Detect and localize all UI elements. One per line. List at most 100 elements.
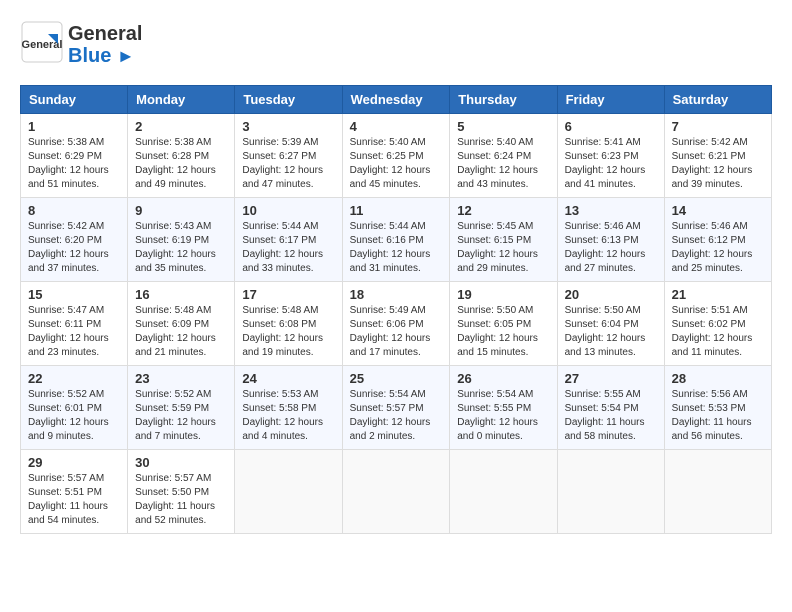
- logo-icon: General: [20, 20, 64, 69]
- logo-text: General Blue ►: [68, 23, 142, 67]
- day-number: 8: [28, 203, 120, 218]
- day-number: 20: [565, 287, 657, 302]
- calendar-cell: 15 Sunrise: 5:47 AM Sunset: 6:11 PM Dayl…: [21, 282, 128, 366]
- cell-content: Sunrise: 5:57 AM Sunset: 5:51 PM Dayligh…: [28, 472, 120, 528]
- day-number: 25: [350, 371, 443, 386]
- cell-content: Sunrise: 5:39 AM Sunset: 6:27 PM Dayligh…: [242, 136, 334, 192]
- calendar-cell: [342, 450, 450, 534]
- cell-content: Sunrise: 5:54 AM Sunset: 5:57 PM Dayligh…: [350, 388, 443, 444]
- day-number: 1: [28, 119, 120, 134]
- cell-content: Sunrise: 5:44 AM Sunset: 6:16 PM Dayligh…: [350, 220, 443, 276]
- weekday-header-friday: Friday: [557, 86, 664, 114]
- cell-content: Sunrise: 5:48 AM Sunset: 6:09 PM Dayligh…: [135, 304, 227, 360]
- day-number: 6: [565, 119, 657, 134]
- calendar-cell: 29 Sunrise: 5:57 AM Sunset: 5:51 PM Dayl…: [21, 450, 128, 534]
- day-number: 9: [135, 203, 227, 218]
- day-number: 7: [672, 119, 764, 134]
- calendar-cell: [664, 450, 771, 534]
- calendar-cell: 5 Sunrise: 5:40 AM Sunset: 6:24 PM Dayli…: [450, 114, 557, 198]
- calendar-cell: [557, 450, 664, 534]
- cell-content: Sunrise: 5:40 AM Sunset: 6:25 PM Dayligh…: [350, 136, 443, 192]
- day-number: 13: [565, 203, 657, 218]
- weekday-header-row: SundayMondayTuesdayWednesdayThursdayFrid…: [21, 86, 772, 114]
- calendar-cell: 26 Sunrise: 5:54 AM Sunset: 5:55 PM Dayl…: [450, 366, 557, 450]
- calendar-cell: 22 Sunrise: 5:52 AM Sunset: 6:01 PM Dayl…: [21, 366, 128, 450]
- calendar-table: SundayMondayTuesdayWednesdayThursdayFrid…: [20, 85, 772, 534]
- day-number: 27: [565, 371, 657, 386]
- day-number: 22: [28, 371, 120, 386]
- calendar-cell: 18 Sunrise: 5:49 AM Sunset: 6:06 PM Dayl…: [342, 282, 450, 366]
- calendar-cell: 24 Sunrise: 5:53 AM Sunset: 5:58 PM Dayl…: [235, 366, 342, 450]
- day-number: 23: [135, 371, 227, 386]
- calendar-cell: 10 Sunrise: 5:44 AM Sunset: 6:17 PM Dayl…: [235, 198, 342, 282]
- day-number: 10: [242, 203, 334, 218]
- calendar-cell: 19 Sunrise: 5:50 AM Sunset: 6:05 PM Dayl…: [450, 282, 557, 366]
- calendar-cell: 30 Sunrise: 5:57 AM Sunset: 5:50 PM Dayl…: [128, 450, 235, 534]
- day-number: 15: [28, 287, 120, 302]
- calendar-cell: 6 Sunrise: 5:41 AM Sunset: 6:23 PM Dayli…: [557, 114, 664, 198]
- calendar-cell: 17 Sunrise: 5:48 AM Sunset: 6:08 PM Dayl…: [235, 282, 342, 366]
- cell-content: Sunrise: 5:40 AM Sunset: 6:24 PM Dayligh…: [457, 136, 549, 192]
- page-header: General General Blue ►: [20, 20, 772, 69]
- calendar-week-3: 15 Sunrise: 5:47 AM Sunset: 6:11 PM Dayl…: [21, 282, 772, 366]
- calendar-cell: 1 Sunrise: 5:38 AM Sunset: 6:29 PM Dayli…: [21, 114, 128, 198]
- day-number: 11: [350, 203, 443, 218]
- cell-content: Sunrise: 5:42 AM Sunset: 6:20 PM Dayligh…: [28, 220, 120, 276]
- cell-content: Sunrise: 5:51 AM Sunset: 6:02 PM Dayligh…: [672, 304, 764, 360]
- calendar-cell: 14 Sunrise: 5:46 AM Sunset: 6:12 PM Dayl…: [664, 198, 771, 282]
- weekday-header-sunday: Sunday: [21, 86, 128, 114]
- cell-content: Sunrise: 5:52 AM Sunset: 5:59 PM Dayligh…: [135, 388, 227, 444]
- cell-content: Sunrise: 5:50 AM Sunset: 6:04 PM Dayligh…: [565, 304, 657, 360]
- day-number: 14: [672, 203, 764, 218]
- cell-content: Sunrise: 5:49 AM Sunset: 6:06 PM Dayligh…: [350, 304, 443, 360]
- calendar-cell: 21 Sunrise: 5:51 AM Sunset: 6:02 PM Dayl…: [664, 282, 771, 366]
- day-number: 18: [350, 287, 443, 302]
- day-number: 17: [242, 287, 334, 302]
- calendar-cell: 27 Sunrise: 5:55 AM Sunset: 5:54 PM Dayl…: [557, 366, 664, 450]
- cell-content: Sunrise: 5:43 AM Sunset: 6:19 PM Dayligh…: [135, 220, 227, 276]
- calendar-cell: 13 Sunrise: 5:46 AM Sunset: 6:13 PM Dayl…: [557, 198, 664, 282]
- day-number: 2: [135, 119, 227, 134]
- day-number: 29: [28, 455, 120, 470]
- calendar-cell: 4 Sunrise: 5:40 AM Sunset: 6:25 PM Dayli…: [342, 114, 450, 198]
- cell-content: Sunrise: 5:44 AM Sunset: 6:17 PM Dayligh…: [242, 220, 334, 276]
- calendar-cell: 3 Sunrise: 5:39 AM Sunset: 6:27 PM Dayli…: [235, 114, 342, 198]
- day-number: 28: [672, 371, 764, 386]
- weekday-header-thursday: Thursday: [450, 86, 557, 114]
- weekday-header-tuesday: Tuesday: [235, 86, 342, 114]
- day-number: 16: [135, 287, 227, 302]
- logo: General General Blue ►: [20, 20, 142, 69]
- calendar-cell: 23 Sunrise: 5:52 AM Sunset: 5:59 PM Dayl…: [128, 366, 235, 450]
- weekday-header-saturday: Saturday: [664, 86, 771, 114]
- calendar-cell: 8 Sunrise: 5:42 AM Sunset: 6:20 PM Dayli…: [21, 198, 128, 282]
- cell-content: Sunrise: 5:53 AM Sunset: 5:58 PM Dayligh…: [242, 388, 334, 444]
- calendar-cell: 28 Sunrise: 5:56 AM Sunset: 5:53 PM Dayl…: [664, 366, 771, 450]
- cell-content: Sunrise: 5:52 AM Sunset: 6:01 PM Dayligh…: [28, 388, 120, 444]
- cell-content: Sunrise: 5:38 AM Sunset: 6:28 PM Dayligh…: [135, 136, 227, 192]
- weekday-header-monday: Monday: [128, 86, 235, 114]
- calendar-cell: 16 Sunrise: 5:48 AM Sunset: 6:09 PM Dayl…: [128, 282, 235, 366]
- calendar-cell: [235, 450, 342, 534]
- cell-content: Sunrise: 5:38 AM Sunset: 6:29 PM Dayligh…: [28, 136, 120, 192]
- calendar-week-2: 8 Sunrise: 5:42 AM Sunset: 6:20 PM Dayli…: [21, 198, 772, 282]
- day-number: 4: [350, 119, 443, 134]
- calendar-week-5: 29 Sunrise: 5:57 AM Sunset: 5:51 PM Dayl…: [21, 450, 772, 534]
- cell-content: Sunrise: 5:48 AM Sunset: 6:08 PM Dayligh…: [242, 304, 334, 360]
- calendar-cell: 12 Sunrise: 5:45 AM Sunset: 6:15 PM Dayl…: [450, 198, 557, 282]
- day-number: 24: [242, 371, 334, 386]
- cell-content: Sunrise: 5:45 AM Sunset: 6:15 PM Dayligh…: [457, 220, 549, 276]
- day-number: 30: [135, 455, 227, 470]
- cell-content: Sunrise: 5:50 AM Sunset: 6:05 PM Dayligh…: [457, 304, 549, 360]
- calendar-cell: 11 Sunrise: 5:44 AM Sunset: 6:16 PM Dayl…: [342, 198, 450, 282]
- day-number: 21: [672, 287, 764, 302]
- calendar-cell: 25 Sunrise: 5:54 AM Sunset: 5:57 PM Dayl…: [342, 366, 450, 450]
- cell-content: Sunrise: 5:46 AM Sunset: 6:13 PM Dayligh…: [565, 220, 657, 276]
- calendar-cell: 7 Sunrise: 5:42 AM Sunset: 6:21 PM Dayli…: [664, 114, 771, 198]
- cell-content: Sunrise: 5:41 AM Sunset: 6:23 PM Dayligh…: [565, 136, 657, 192]
- cell-content: Sunrise: 5:54 AM Sunset: 5:55 PM Dayligh…: [457, 388, 549, 444]
- weekday-header-wednesday: Wednesday: [342, 86, 450, 114]
- cell-content: Sunrise: 5:47 AM Sunset: 6:11 PM Dayligh…: [28, 304, 120, 360]
- cell-content: Sunrise: 5:46 AM Sunset: 6:12 PM Dayligh…: [672, 220, 764, 276]
- day-number: 3: [242, 119, 334, 134]
- day-number: 19: [457, 287, 549, 302]
